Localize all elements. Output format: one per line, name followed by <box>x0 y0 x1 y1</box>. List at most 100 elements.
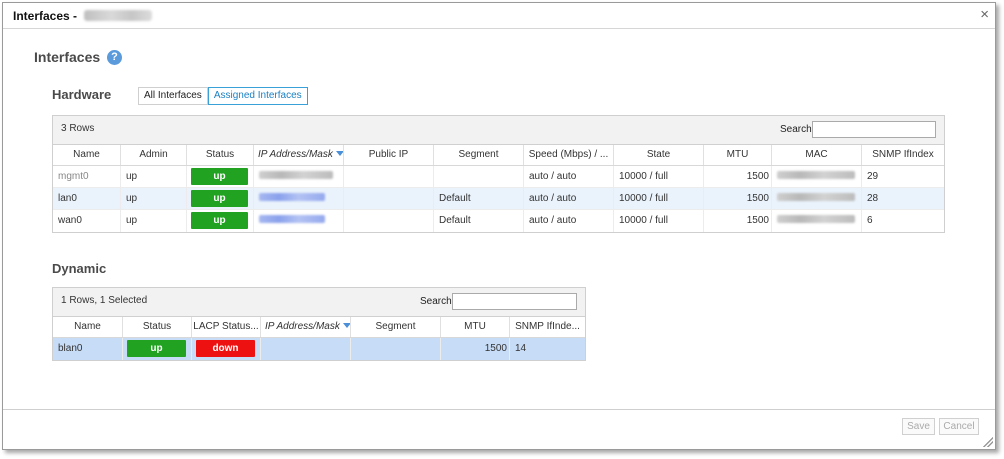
cell-state: 10000 / full <box>614 210 704 232</box>
table-row[interactable]: wan0 up up Default auto / auto 10000 / f… <box>53 210 944 232</box>
table-row[interactable]: lan0 up up Default auto / auto 10000 / f… <box>53 188 944 210</box>
dialog-title: Interfaces - <box>13 9 153 23</box>
col-lacp-status[interactable]: LACP Status... <box>192 317 261 337</box>
cell-segment <box>351 338 441 360</box>
dialog-body: Interfaces ? Hardware All Interfaces Ass… <box>3 30 995 409</box>
page-title: Interfaces <box>34 49 101 65</box>
sort-desc-icon <box>335 151 343 156</box>
cell-state: 10000 / full <box>614 166 704 187</box>
col-status[interactable]: Status <box>187 145 254 165</box>
redacted-mac <box>777 215 855 223</box>
dialog-footer: Save Cancel <box>3 409 995 449</box>
cell-status: up <box>187 166 254 187</box>
dynamic-search-label: Search <box>420 296 452 307</box>
hardware-header-row: Name Admin Status IP Address/Mask Public… <box>53 145 944 166</box>
close-icon[interactable]: × <box>980 7 989 22</box>
cell-snmp: 28 <box>867 193 879 204</box>
cell-snmp: 14 <box>515 343 527 354</box>
help-icon[interactable]: ? <box>107 50 122 65</box>
cell-ip <box>254 188 344 209</box>
cell-admin: up <box>121 210 187 232</box>
cancel-button[interactable]: Cancel <box>939 418 979 435</box>
cell-state: 10000 / full <box>614 188 704 209</box>
col-snmp[interactable]: SNMP IfInde... <box>510 317 585 337</box>
lacp-status-badge: down <box>196 340 255 357</box>
col-name[interactable]: Name <box>53 145 121 165</box>
hardware-row-count: 3 Rows <box>61 123 95 134</box>
resize-grip-icon[interactable] <box>983 437 993 447</box>
hardware-section-title: Hardware <box>52 87 112 102</box>
col-name[interactable]: Name <box>53 317 123 337</box>
dynamic-grid-toolbar: 1 Rows, 1 Selected Search <box>53 288 585 317</box>
redacted-mac <box>777 193 855 201</box>
cell-name: blan0 <box>53 338 123 360</box>
cell-public-ip <box>344 188 434 209</box>
status-badge: up <box>191 212 248 229</box>
hardware-search-input[interactable] <box>812 121 936 138</box>
cell-ip <box>254 166 344 187</box>
cell-snmp: 29 <box>867 171 879 182</box>
cell-public-ip <box>344 210 434 232</box>
dynamic-row-count: 1 Rows, 1 Selected <box>61 295 148 306</box>
col-ip-address-label: IP Address/Mask <box>265 321 340 332</box>
cell-speed: auto / auto <box>524 188 614 209</box>
cell-mac <box>772 210 862 232</box>
cell-mtu: 1500 <box>704 188 772 209</box>
table-row[interactable]: blan0 up down 1500 14 <box>53 338 585 360</box>
dialog-titlebar: Interfaces - × <box>3 3 995 29</box>
cell-ip <box>261 338 351 360</box>
cell-snmp: 6 <box>867 215 873 226</box>
cell-ip <box>254 210 344 232</box>
cell-mac <box>772 166 862 187</box>
cell-segment <box>434 166 524 187</box>
redacted-mac <box>777 171 855 179</box>
redacted-ip <box>259 171 333 179</box>
hardware-search-label: Search <box>780 124 812 135</box>
dynamic-search-input[interactable] <box>452 293 577 310</box>
interface-filter-toggle: All Interfaces Assigned Interfaces <box>138 87 308 105</box>
dynamic-section-title: Dynamic <box>52 261 107 276</box>
save-button[interactable]: Save <box>902 418 935 435</box>
col-mtu[interactable]: MTU <box>441 317 510 337</box>
col-ip-address[interactable]: IP Address/Mask <box>254 145 344 165</box>
cell-segment: Default <box>434 210 524 232</box>
redacted-ip <box>259 215 325 223</box>
cell-mac <box>772 188 862 209</box>
hardware-grid: 3 Rows Search Name Admin Status IP Addre… <box>52 115 945 233</box>
cell-name: lan0 <box>53 188 121 209</box>
status-badge: up <box>191 168 248 185</box>
col-public-ip[interactable]: Public IP <box>344 145 434 165</box>
assigned-interfaces-button[interactable]: Assigned Interfaces <box>207 87 308 105</box>
redacted-hostname <box>84 10 153 21</box>
col-admin[interactable]: Admin <box>121 145 187 165</box>
col-speed[interactable]: Speed (Mbps) / ... <box>524 145 614 165</box>
cell-admin: up <box>121 188 187 209</box>
cell-lacp-status: down <box>192 338 261 360</box>
cell-status: up <box>187 210 254 232</box>
cell-public-ip <box>344 166 434 187</box>
cell-mtu: 1500 <box>704 210 772 232</box>
cell-mtu: 1500 <box>704 166 772 187</box>
sort-desc-icon <box>342 323 350 328</box>
cell-segment: Default <box>434 188 524 209</box>
cell-speed: auto / auto <box>524 210 614 232</box>
col-segment[interactable]: Segment <box>351 317 441 337</box>
cell-name: wan0 <box>53 210 121 232</box>
col-ip-address-label: IP Address/Mask <box>258 149 333 160</box>
col-mac[interactable]: MAC <box>772 145 862 165</box>
cell-status: up <box>187 188 254 209</box>
dynamic-header-row: Name Status LACP Status... IP Address/Ma… <box>53 317 585 338</box>
col-status[interactable]: Status <box>123 317 192 337</box>
col-snmp[interactable]: SNMP IfIndex <box>862 145 944 165</box>
cell-speed: auto / auto <box>524 166 614 187</box>
hardware-grid-toolbar: 3 Rows Search <box>53 116 944 145</box>
col-ip-address[interactable]: IP Address/Mask <box>261 317 351 337</box>
cell-admin: up <box>121 166 187 187</box>
col-mtu[interactable]: MTU <box>704 145 772 165</box>
interfaces-dialog: Interfaces - × Interfaces ? Hardware All… <box>2 2 996 450</box>
col-segment[interactable]: Segment <box>434 145 524 165</box>
all-interfaces-button[interactable]: All Interfaces <box>138 87 208 105</box>
status-badge: up <box>127 340 186 357</box>
table-row[interactable]: mgmt0 up up auto / auto 10000 / full 150… <box>53 166 944 188</box>
col-state[interactable]: State <box>614 145 704 165</box>
